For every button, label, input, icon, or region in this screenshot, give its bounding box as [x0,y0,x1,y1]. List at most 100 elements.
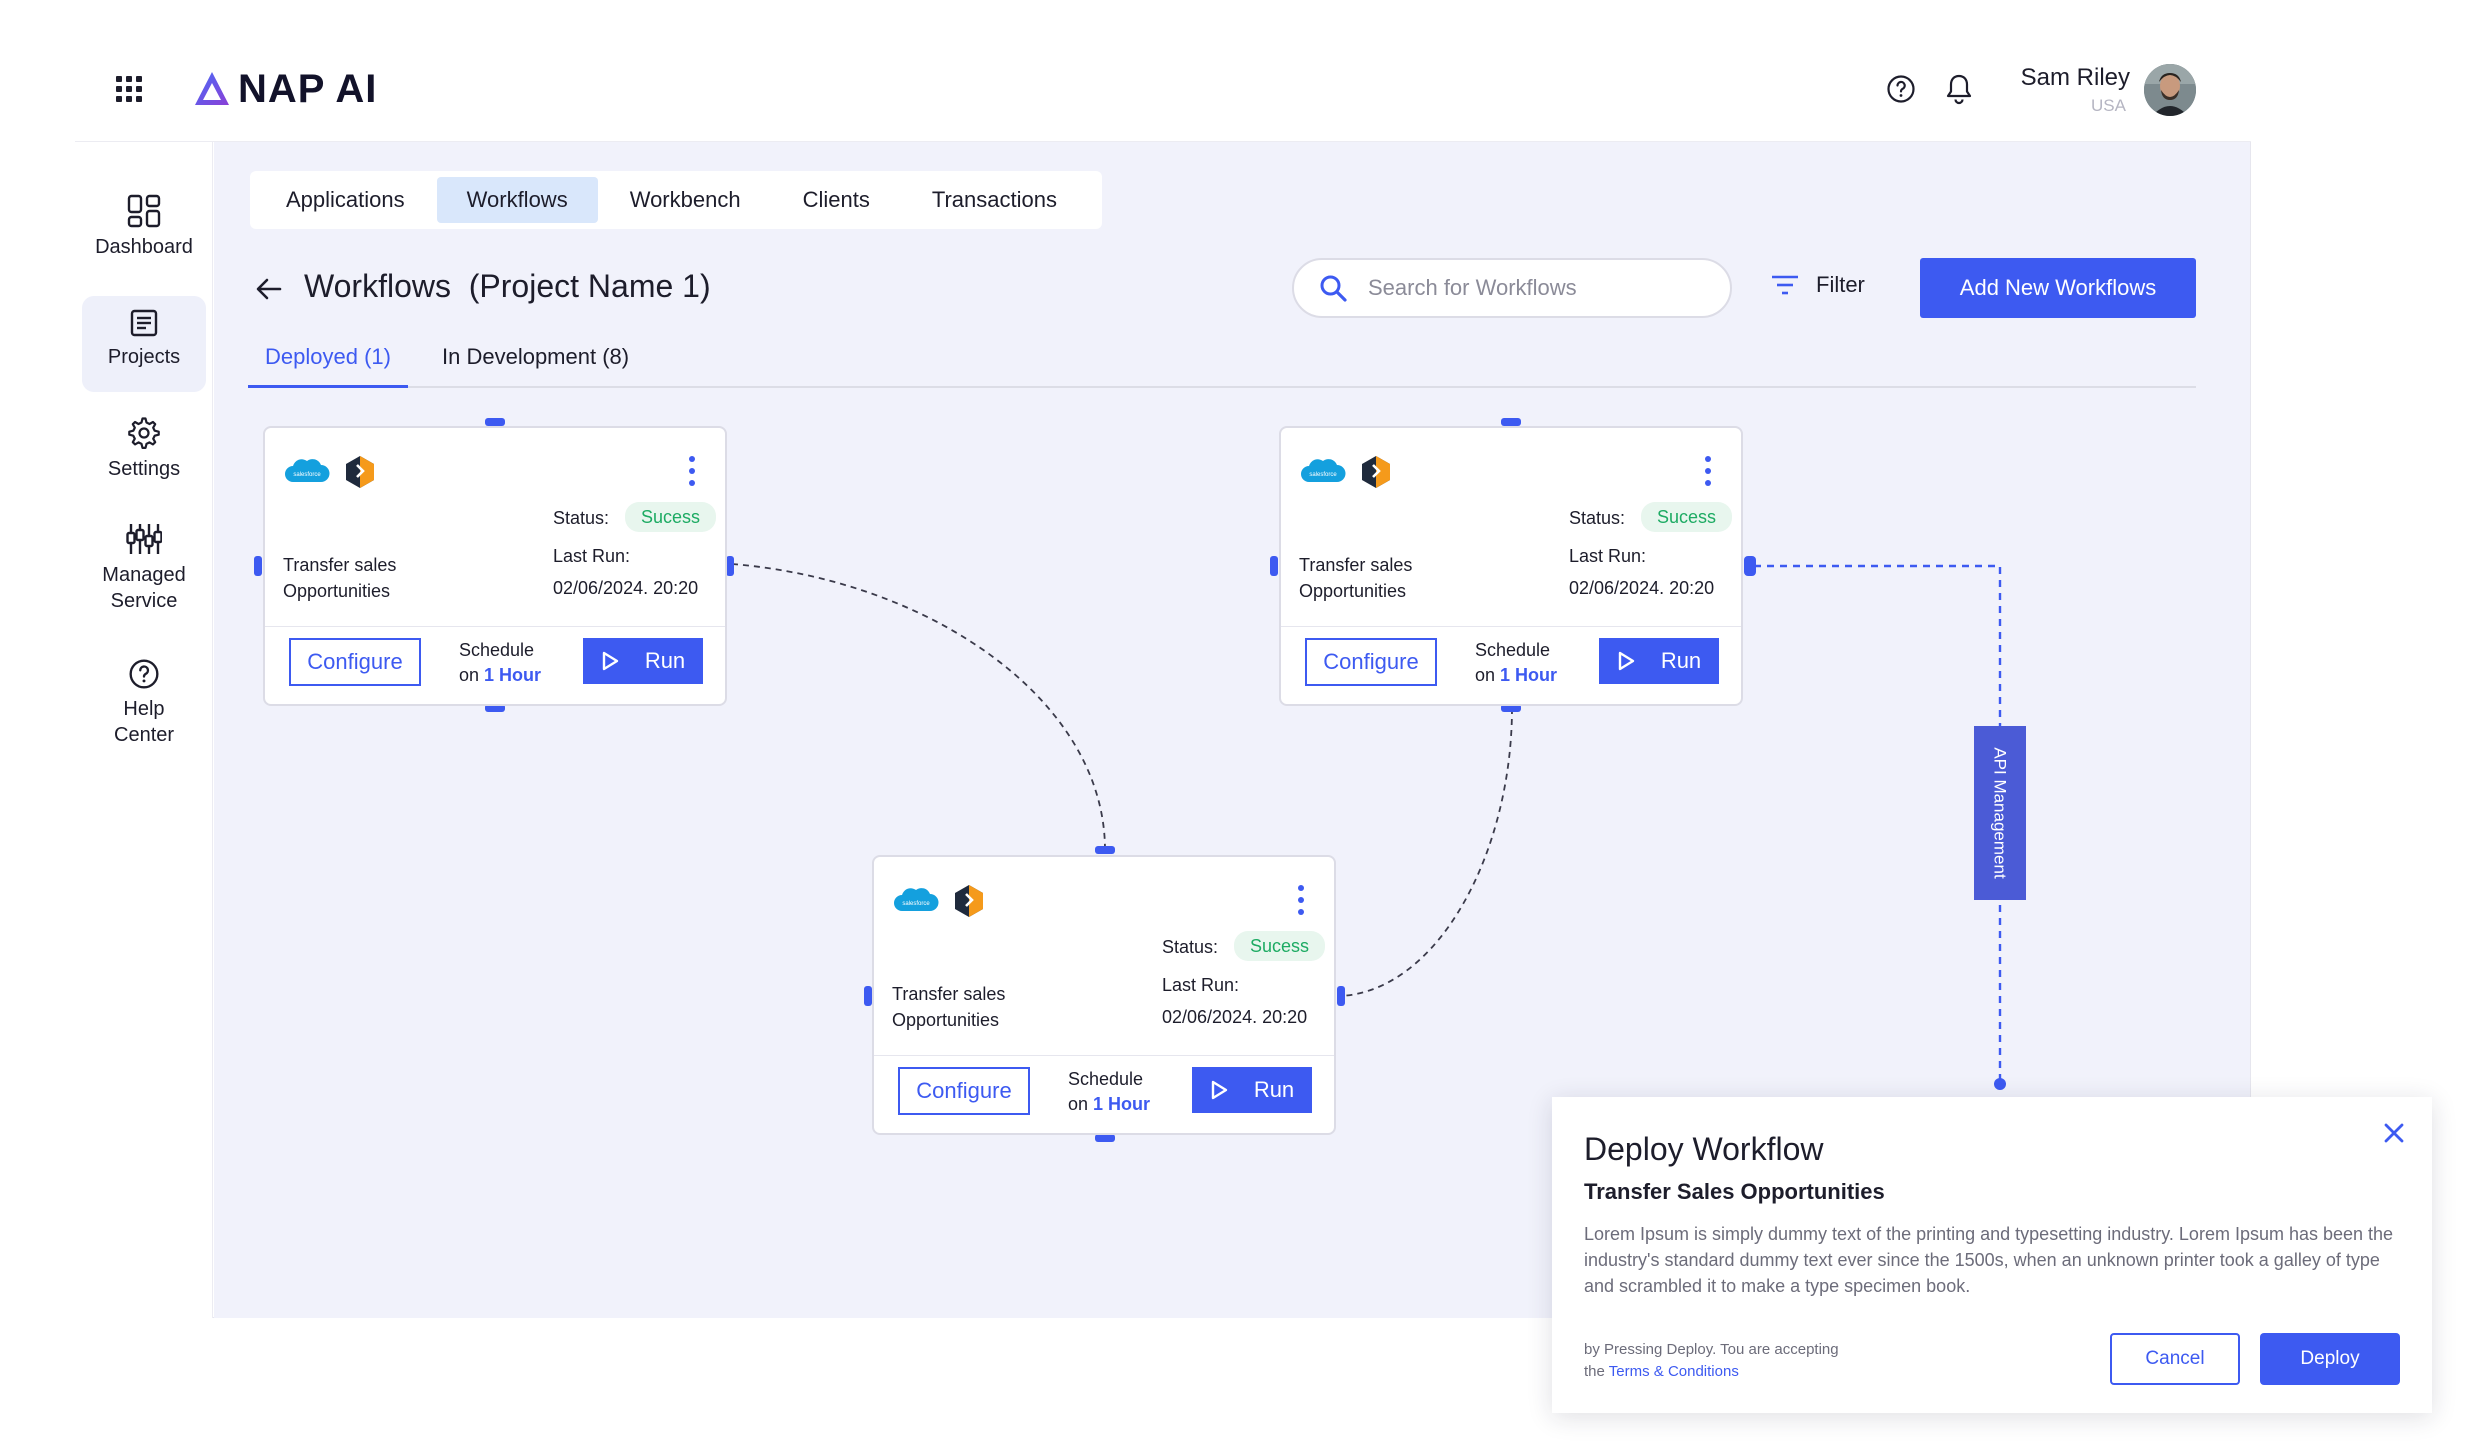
last-run-label: Last Run: [553,546,631,566]
search-icon [1320,275,1347,302]
svg-text:salesforce: salesforce [293,472,321,478]
configure-button[interactable]: Configure [898,1067,1030,1115]
terms-link[interactable]: Terms & Conditions [1609,1363,1739,1380]
close-icon[interactable] [2380,1119,2408,1147]
avatar[interactable] [2144,64,2196,116]
tab-clients[interactable]: Clients [773,177,900,223]
sidebar-item-dashboard[interactable]: Dashboard [82,194,206,278]
last-run-label: Last Run: [1162,975,1240,995]
schedule-text: Schedule [1475,640,1551,660]
salesforce-logo-icon: salesforce [1301,459,1346,482]
logo-text: NAP AI [238,66,378,111]
app-grid-icon[interactable] [116,76,142,102]
sidebar-item-projects[interactable]: Projects [82,296,206,392]
cancel-button[interactable]: Cancel [2110,1333,2240,1385]
connector-hex-icon [1362,456,1390,488]
run-button[interactable]: Run [1599,638,1719,684]
sidebar-item-label: Managed Service [102,564,186,612]
add-new-workflows-button[interactable]: Add New Workflows [1920,258,2196,318]
schedule-text: Schedule [459,640,535,660]
tab-workbench[interactable]: Workbench [600,177,771,223]
sidebar-item-managed-service[interactable]: Managed Service [82,522,206,626]
dashboard-icon [127,194,161,228]
dialog-subtitle: Transfer Sales Opportunities [1584,1179,1885,1204]
schedule-on: on [1068,1094,1089,1114]
search-box[interactable] [1292,258,1732,318]
last-run-value: 02/06/2024. 20:20 [1162,1007,1308,1027]
dialog-title: Deploy Workflow [1584,1131,1824,1167]
sidebar-item-label: Settings [107,458,181,480]
workflow-card[interactable]: salesforce Status: Sucess Transfer sales… [263,426,727,706]
schedule-info: Schedule on 1 Hour [1475,638,1557,688]
workflow-name: Transfer sales Opportunities [283,555,397,601]
help-icon[interactable] [1886,74,1916,104]
sliders-icon [126,524,162,554]
last-run-value: 02/06/2024. 20:20 [1569,578,1715,598]
run-button[interactable]: Run [583,638,703,684]
salesforce-logo-icon: salesforce [894,888,939,911]
api-management-badge[interactable]: API Management [1974,726,2026,900]
schedule-interval[interactable]: 1 Hour [1093,1094,1150,1114]
terms-note-text: by Pressing Deploy. Tou are accepting [1584,1341,1839,1358]
card-divider [1281,626,1741,627]
sidebar-item-settings[interactable]: Settings [82,416,206,490]
workflow-card[interactable]: salesforce Status: Sucess Transfer sales… [1279,426,1743,706]
tab-transactions[interactable]: Transactions [902,177,1087,223]
run-button[interactable]: Run [1192,1067,1312,1113]
subtab-deployed[interactable]: Deployed (1) [248,340,408,388]
schedule-info: Schedule on 1 Hour [459,638,541,688]
top-bar [75,38,2251,142]
user-country: USA [2091,96,2126,115]
status-subtabs: Deployed (1) In Development (8) [248,340,2196,388]
sidebar-item-label: Help Center [114,698,175,746]
filter-icon [1772,275,1798,295]
configure-button[interactable]: Configure [1305,638,1437,686]
deploy-button[interactable]: Deploy [2260,1333,2400,1385]
schedule-interval[interactable]: 1 Hour [484,665,541,685]
status-badge: Sucess [1641,502,1733,532]
last-run-value: 02/06/2024. 20:20 [553,578,699,598]
sidebar-item-label: Dashboard [95,236,193,258]
top-tabs: Applications Workflows Workbench Clients… [250,171,1102,229]
user-name[interactable]: Sam Riley [2018,64,2130,92]
more-options-icon[interactable] [1296,885,1306,915]
gear-icon [128,417,160,449]
avatar-image [2144,64,2196,116]
help-icon [129,659,159,689]
card-divider [874,1055,1334,1056]
search-input[interactable] [1368,275,1708,301]
tab-applications[interactable]: Applications [256,177,435,223]
terms-note-the: the [1584,1363,1605,1380]
more-options-icon[interactable] [1703,456,1713,486]
filter-button[interactable]: Filter [1770,272,1865,298]
run-label: Run [644,648,686,673]
sidebar-item-label: Projects [107,346,181,368]
more-options-icon[interactable] [687,456,697,486]
workflow-name: Transfer sales Opportunities [892,984,1006,1030]
dialog-body: Lorem Ipsum is simply dummy text of the … [1584,1224,2394,1296]
dialog-terms-note: by Pressing Deploy. Tou are accepting th… [1584,1339,1839,1383]
play-icon [1211,1080,1228,1100]
back-arrow-icon[interactable] [252,272,286,306]
sidebar-item-help-center[interactable]: Help Center [82,658,206,762]
status-label: Status: [1162,937,1219,957]
salesforce-logo-icon: salesforce [285,459,330,482]
connector-hex-icon [346,456,374,488]
run-label: Run [1253,1077,1295,1102]
nap-ai-logo[interactable]: NAP AI [192,66,377,112]
subtab-in-development[interactable]: In Development (8) [442,340,629,388]
schedule-on: on [459,665,480,685]
schedule-info: Schedule on 1 Hour [1068,1067,1150,1117]
api-management-label: API Management [1991,747,2011,879]
logo-triangle-icon [195,72,229,105]
page-title: Workflows (Project Name 1) [304,268,711,304]
tab-workflows[interactable]: Workflows [436,177,598,223]
bell-icon[interactable] [1944,72,1974,106]
workflow-name: Transfer sales Opportunities [1299,555,1413,601]
connector-hex-icon [955,885,983,917]
schedule-on: on [1475,665,1496,685]
schedule-interval[interactable]: 1 Hour [1500,665,1557,685]
app-page: NAP AI Sam Riley USA Dashboard Projects … [0,0,2480,1456]
workflow-card[interactable]: salesforce Status: Sucess Transfer sales… [872,855,1336,1135]
configure-button[interactable]: Configure [289,638,421,686]
